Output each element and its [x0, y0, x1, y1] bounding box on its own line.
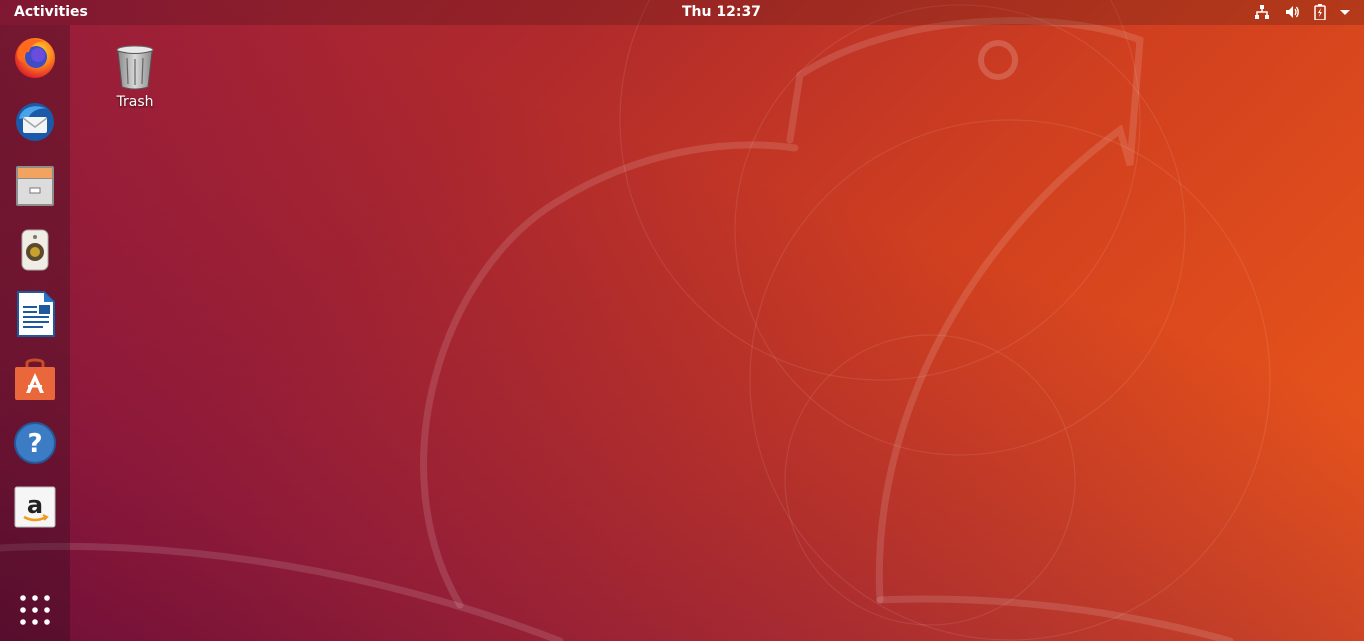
dock-item-software[interactable] — [10, 354, 60, 404]
activities-button[interactable]: Activities — [14, 4, 88, 20]
svg-text:a: a — [27, 491, 43, 519]
trash-icon — [115, 45, 155, 94]
writer-icon — [11, 290, 59, 338]
dock-item-amazon[interactable]: a — [10, 482, 60, 532]
dock-item-writer[interactable] — [10, 289, 60, 339]
amazon-icon: a — [11, 483, 59, 531]
volume-icon[interactable] — [1284, 4, 1300, 20]
battery-icon[interactable] — [1314, 4, 1326, 20]
dock-item-files[interactable] — [10, 161, 60, 211]
system-menu-arrow-icon[interactable] — [1340, 4, 1350, 20]
thunderbird-icon — [11, 97, 59, 145]
wallpaper-art — [0, 0, 1271, 641]
dock-item-firefox[interactable] — [10, 31, 60, 81]
desktop-icon-trash[interactable]: Trash — [104, 44, 166, 110]
dock-item-rhythmbox[interactable] — [10, 225, 60, 275]
firefox-icon — [11, 32, 59, 80]
network-icon[interactable] — [1254, 4, 1270, 20]
dock: ? a — [0, 25, 70, 641]
rhythmbox-icon — [11, 226, 59, 274]
dock-item-help[interactable]: ? — [10, 418, 60, 468]
show-applications-icon — [18, 593, 52, 627]
clock[interactable]: Thu 12:37 — [682, 4, 761, 20]
show-applications-button[interactable] — [10, 585, 60, 635]
desktop[interactable]: Activities Thu 12:37 ? a Trash — [0, 0, 1364, 641]
system-tray[interactable] — [1254, 4, 1350, 20]
dock-item-thunderbird[interactable] — [10, 96, 60, 146]
svg-text:?: ? — [27, 429, 42, 459]
software-icon — [11, 355, 59, 403]
desktop-icon-label: Trash — [116, 94, 154, 110]
files-icon — [11, 162, 59, 210]
top-bar: Activities Thu 12:37 — [0, 0, 1364, 25]
help-icon: ? — [11, 419, 59, 467]
